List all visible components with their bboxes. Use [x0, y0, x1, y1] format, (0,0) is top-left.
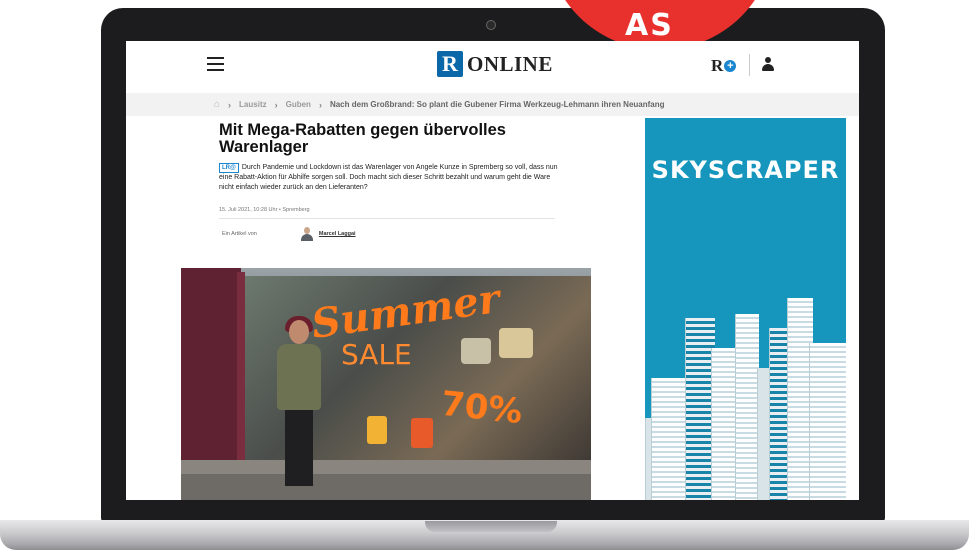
- chevron-right-icon: ›: [274, 99, 278, 110]
- logo-mark: R: [437, 51, 463, 77]
- article-headline: Mit Mega-Rabatten gegen übervolles Waren…: [219, 121, 506, 156]
- header-divider: [749, 54, 750, 76]
- teaser-text: Durch Pandemie und Lockdown ist das Ware…: [219, 164, 558, 191]
- site-logo[interactable]: R ONLINE: [437, 51, 553, 77]
- ad-label: SKYSCRAPER: [651, 156, 840, 184]
- menu-icon[interactable]: [207, 57, 224, 71]
- article-teaser: LR@ Durch Pandemie und Lockdown ist das W…: [219, 163, 559, 193]
- promo-badge-text: AS: [625, 8, 674, 43]
- breadcrumb-current[interactable]: Nach dem Großbrand: So plant die Gubener…: [330, 100, 665, 109]
- author-prefix: Ein Artikel von: [222, 231, 257, 237]
- rplus-button[interactable]: R +: [711, 56, 737, 76]
- divider: [219, 218, 555, 219]
- chevron-right-icon: ›: [318, 99, 322, 110]
- breadcrumb-item-guben[interactable]: Guben: [286, 100, 311, 109]
- chevron-right-icon: ›: [228, 99, 232, 110]
- author-avatar: [300, 227, 313, 241]
- plus-icon: +: [724, 60, 737, 72]
- breadcrumb-item-lausitz[interactable]: Lausitz: [239, 100, 267, 109]
- breadcrumb-bar: ⌂ › Lausitz › Guben › Nach dem Großbrand…: [126, 93, 859, 116]
- premium-tag: LR@: [219, 163, 239, 173]
- site-header: R ONLINE R +: [126, 41, 859, 89]
- article-meta: 15. Juli 2021, 10:28 Uhr • Spremberg: [219, 207, 310, 213]
- user-icon[interactable]: [762, 57, 774, 71]
- author-link[interactable]: Marcel Laggai: [319, 231, 356, 237]
- breadcrumb: ⌂ › Lausitz › Guben › Nach dem Großbrand…: [214, 99, 665, 110]
- photo-sign-percent: 70%: [439, 383, 525, 433]
- article-photo[interactable]: Summer SALE 70%: [181, 268, 591, 500]
- skyscraper-ad[interactable]: SKYSCRAPER: [645, 118, 846, 500]
- browser-screen: R ONLINE R + ⌂ › Lausitz › Guben › Nach …: [126, 41, 859, 500]
- laptop-notch: [425, 521, 557, 532]
- author-row: Ein Artikel von Marcel Laggai: [222, 227, 356, 241]
- photo-sign-sale: SALE: [341, 338, 412, 371]
- logo-text: ONLINE: [467, 51, 553, 76]
- rplus-letter: R: [711, 56, 724, 75]
- camera-icon: [486, 20, 496, 30]
- home-icon[interactable]: ⌂: [214, 99, 220, 110]
